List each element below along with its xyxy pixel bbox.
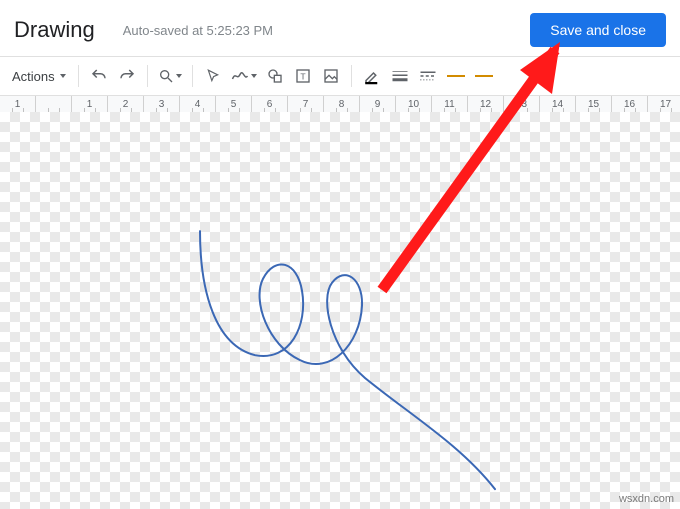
ruler-tick: 8: [324, 96, 360, 112]
cursor-icon: [206, 69, 220, 83]
toolbar-separator: [147, 65, 148, 87]
line-start-button[interactable]: [442, 62, 470, 90]
ruler-tick: [36, 96, 72, 112]
ruler-tick: 7: [288, 96, 324, 112]
line-dash-icon: [419, 69, 437, 83]
pencil-icon: [363, 67, 381, 85]
textbox-icon: T: [295, 68, 311, 84]
ruler-tick: 4: [180, 96, 216, 112]
horizontal-ruler: 1123456789101112131415161718: [0, 95, 680, 113]
line-start-icon: [447, 75, 465, 77]
ruler-tick: 16: [612, 96, 648, 112]
actions-menu-label: Actions: [12, 69, 55, 84]
ruler-tick: 13: [504, 96, 540, 112]
ruler-tick: 14: [540, 96, 576, 112]
shape-icon: [267, 68, 283, 84]
save-and-close-button[interactable]: Save and close: [530, 13, 666, 47]
canvas-drawing-layer: [0, 112, 680, 509]
line-dash-button[interactable]: [414, 62, 442, 90]
zoom-button[interactable]: [154, 62, 186, 90]
autosave-status: Auto-saved at 5:25:23 PM: [123, 23, 273, 38]
chevron-down-icon: [60, 74, 66, 78]
svg-text:T: T: [300, 71, 306, 81]
toolbar-separator: [351, 65, 352, 87]
ruler-tick: 10: [396, 96, 432, 112]
ruler-tick: 17: [648, 96, 680, 112]
image-tool-button[interactable]: [317, 62, 345, 90]
ruler-tick: 2: [108, 96, 144, 112]
chevron-down-icon: [251, 74, 257, 78]
ruler-tick: 12: [468, 96, 504, 112]
ruler-tick: 9: [360, 96, 396, 112]
scribble-icon: [231, 69, 249, 83]
textbox-tool-button[interactable]: T: [289, 62, 317, 90]
undo-button[interactable]: [85, 62, 113, 90]
ruler-tick: 15: [576, 96, 612, 112]
dialog-title: Drawing: [14, 17, 95, 43]
undo-icon: [90, 67, 108, 85]
line-end-icon: [475, 75, 493, 77]
drawing-canvas[interactable]: [0, 112, 680, 509]
select-tool-button[interactable]: [199, 62, 227, 90]
shape-tool-button[interactable]: [261, 62, 289, 90]
ruler-tick: 1: [0, 96, 36, 112]
ruler-tick: 1: [72, 96, 108, 112]
image-icon: [323, 68, 339, 84]
scribble-stroke: [200, 231, 495, 489]
dialog-header: Drawing Auto-saved at 5:25:23 PM Save an…: [0, 0, 680, 56]
ruler-tick: 5: [216, 96, 252, 112]
actions-menu-button[interactable]: Actions: [8, 62, 72, 90]
line-weight-icon: [391, 69, 409, 83]
ruler-tick: 6: [252, 96, 288, 112]
ruler-tick: 11: [432, 96, 468, 112]
line-color-button[interactable]: [358, 62, 386, 90]
line-weight-button[interactable]: [386, 62, 414, 90]
zoom-icon: [158, 68, 174, 84]
toolbar: Actions T: [0, 57, 680, 95]
toolbar-separator: [192, 65, 193, 87]
watermark-text: wsxdn.com: [619, 493, 674, 505]
line-tool-button[interactable]: [227, 62, 261, 90]
redo-icon: [118, 67, 136, 85]
ruler-tick: 3: [144, 96, 180, 112]
chevron-down-icon: [176, 74, 182, 78]
redo-button[interactable]: [113, 62, 141, 90]
line-end-button[interactable]: [470, 62, 498, 90]
toolbar-separator: [78, 65, 79, 87]
